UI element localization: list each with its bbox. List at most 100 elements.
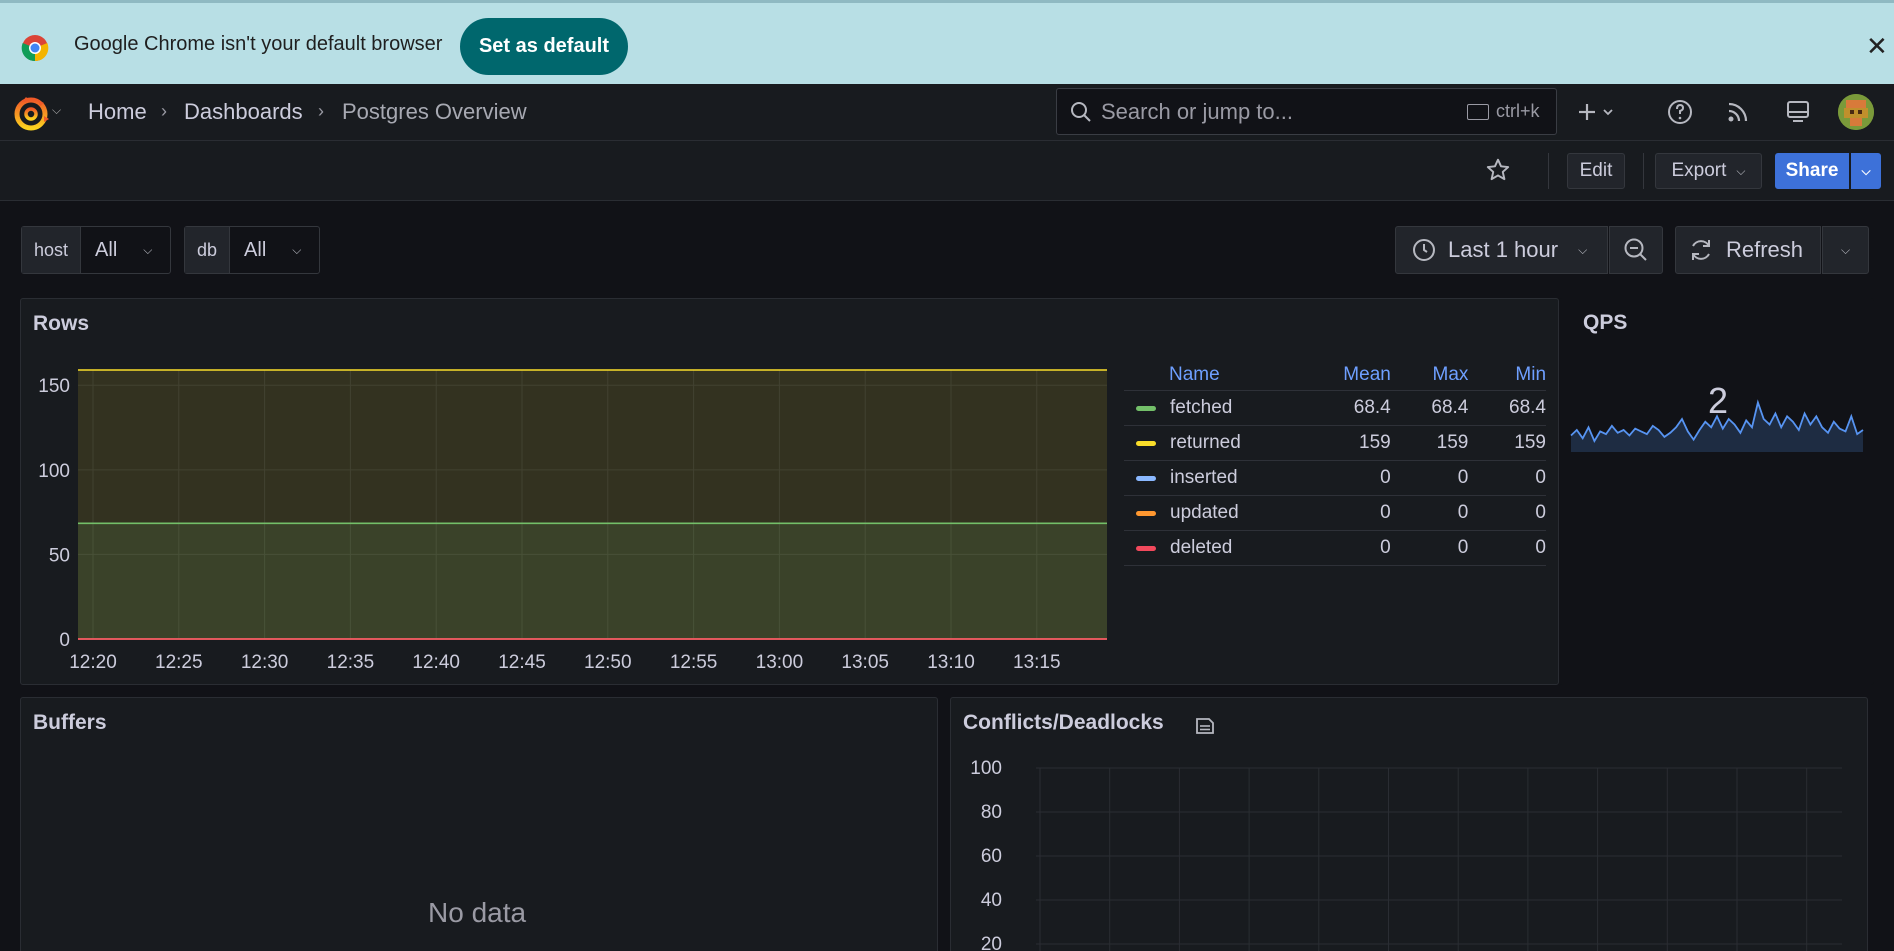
- legend-min: 0: [1535, 467, 1546, 488]
- search-input[interactable]: Search or jump to... ctrl+k: [1056, 88, 1557, 135]
- legend-min: 159: [1514, 432, 1546, 453]
- clock-icon: [1413, 239, 1435, 261]
- series-color-swatch: [1136, 545, 1156, 551]
- legend-row-deleted[interactable]: deleted 0 0 0: [1124, 531, 1546, 566]
- legend-row-updated[interactable]: updated 0 0 0: [1124, 496, 1546, 531]
- chevron-down-icon: ⌵: [143, 242, 153, 257]
- star-icon[interactable]: [1483, 155, 1513, 185]
- legend-min: 0: [1535, 537, 1546, 558]
- x-tick-label: 12:35: [327, 652, 375, 673]
- x-tick-label: 12:30: [241, 652, 289, 673]
- legend-max: 68.4: [1431, 397, 1469, 418]
- series-color-swatch: [1136, 475, 1156, 481]
- y-tick-label: 150: [38, 376, 70, 397]
- series-area-fetched: [78, 523, 1107, 639]
- no-data-message: No data: [428, 897, 527, 928]
- y-tick-label: 100: [970, 758, 1002, 779]
- variable-host-value: All: [95, 238, 118, 261]
- breadcrumb-home[interactable]: Home: [88, 99, 147, 125]
- panel-title-rows[interactable]: Rows: [33, 312, 89, 336]
- legend-series-name: deleted: [1170, 537, 1233, 558]
- variable-host[interactable]: host All ⌵: [21, 226, 171, 274]
- share-button[interactable]: Share: [1775, 153, 1849, 189]
- set-as-default-button[interactable]: Set as default: [460, 18, 628, 75]
- legend-max: 0: [1457, 537, 1469, 558]
- chevron-right-icon: ›: [161, 101, 167, 121]
- variable-db[interactable]: db All ⌵: [184, 226, 320, 274]
- conflicts-chart[interactable]: 20 40 60 80 100: [950, 750, 1868, 951]
- x-tick-label: 13:15: [1013, 652, 1061, 673]
- y-tick-label: 80: [981, 802, 1002, 823]
- panel-title-buffers[interactable]: Buffers: [33, 711, 107, 735]
- legend-header-name[interactable]: Name: [1124, 364, 1313, 386]
- grafana-logo-icon[interactable]: [12, 94, 50, 132]
- y-tick-label: 60: [981, 846, 1002, 867]
- legend-header-mean[interactable]: Mean: [1313, 364, 1391, 386]
- help-icon[interactable]: [1664, 96, 1696, 128]
- kiosk-mode-icon[interactable]: [1782, 96, 1814, 128]
- y-tick-label: 40: [981, 890, 1002, 911]
- refresh-label: Refresh: [1726, 237, 1804, 262]
- add-new-button[interactable]: [1576, 96, 1620, 128]
- x-tick-label: 12:25: [155, 652, 203, 673]
- default-browser-infobar: Google Chrome isn't your default browser…: [0, 0, 1894, 84]
- panel-title-conflicts[interactable]: Conflicts/Deadlocks: [963, 711, 1164, 735]
- legend-min: 68.4: [1509, 397, 1546, 418]
- breadcrumb-current: Postgres Overview: [342, 99, 527, 124]
- y-tick-label: 0: [59, 630, 70, 651]
- chevron-down-icon[interactable]: ⌵: [52, 103, 61, 118]
- keyboard-icon: [1467, 104, 1489, 120]
- series-color-swatch: [1136, 405, 1156, 411]
- refresh-interval-button[interactable]: ⌵: [1822, 226, 1869, 274]
- y-tick-label: 20: [981, 934, 1002, 951]
- legend-mean: 0: [1380, 502, 1391, 523]
- x-tick-label: 12:55: [670, 652, 718, 673]
- rss-news-icon[interactable]: [1722, 96, 1754, 128]
- chevron-down-icon: ⌵: [1578, 242, 1588, 257]
- variable-db-select[interactable]: All ⌵: [230, 227, 316, 273]
- refresh-icon: [1692, 240, 1710, 260]
- chevron-right-icon: ›: [318, 101, 324, 121]
- infobar-message: Google Chrome isn't your default browser: [74, 33, 443, 55]
- dashboard-toolbar: Edit Export ⌵ Share ⌵: [0, 141, 1894, 201]
- legend-row-inserted[interactable]: inserted 0 0 0: [1124, 461, 1546, 496]
- legend-mean: 0: [1380, 537, 1391, 558]
- zoom-out-button[interactable]: [1609, 226, 1663, 274]
- legend-header-min[interactable]: Min: [1468, 364, 1546, 386]
- time-range-picker[interactable]: Last 1 hour ⌵: [1395, 226, 1608, 274]
- user-avatar[interactable]: [1838, 94, 1874, 130]
- legend-row-returned[interactable]: returned 159 159 159: [1124, 426, 1546, 461]
- variable-db-value: All: [244, 238, 267, 261]
- zoom-out-icon: [1624, 238, 1647, 261]
- x-tick-label: 12:50: [584, 652, 632, 673]
- share-options-button[interactable]: ⌵: [1851, 153, 1881, 189]
- variable-host-label: host: [22, 227, 82, 273]
- chevron-down-icon: ⌵: [1861, 163, 1871, 178]
- y-tick-label: 100: [38, 461, 70, 482]
- legend-header-max[interactable]: Max: [1391, 364, 1469, 386]
- legend-series-name: fetched: [1170, 397, 1233, 418]
- legend-mean: 68.4: [1353, 397, 1391, 418]
- edit-button[interactable]: Edit: [1567, 153, 1625, 189]
- legend-row-fetched[interactable]: fetched 68.4 68.4 68.4: [1124, 391, 1546, 426]
- x-tick-label: 12:20: [69, 652, 117, 673]
- close-icon[interactable]: ✕: [1866, 31, 1888, 62]
- legend-series-name: updated: [1170, 502, 1239, 523]
- legend-header: Name Mean Max Min: [1124, 360, 1546, 391]
- panel-title-qps[interactable]: QPS: [1583, 311, 1627, 335]
- time-range-label: Last 1 hour: [1448, 237, 1559, 262]
- x-tick-label: 12:40: [412, 652, 460, 673]
- plus-icon: [1579, 104, 1613, 120]
- chevron-down-icon: ⌵: [292, 242, 302, 257]
- chevron-down-icon: ⌵: [1736, 163, 1746, 178]
- chrome-logo-icon: [21, 35, 49, 62]
- breadcrumb-dashboards[interactable]: Dashboards: [184, 99, 303, 125]
- export-label: Export: [1671, 160, 1727, 181]
- refresh-button[interactable]: Refresh: [1675, 226, 1821, 274]
- variable-host-select[interactable]: All ⌵: [81, 227, 167, 273]
- legend-mean: 0: [1380, 467, 1391, 488]
- rows-chart[interactable]: 0 50 100 150 12:20 12:25 12:30 12:35 12:40 12:45 1…: [20, 350, 1120, 680]
- panel-description-icon[interactable]: [1194, 716, 1216, 736]
- x-tick-label: 13:10: [927, 652, 975, 673]
- export-button[interactable]: Export ⌵: [1655, 153, 1762, 189]
